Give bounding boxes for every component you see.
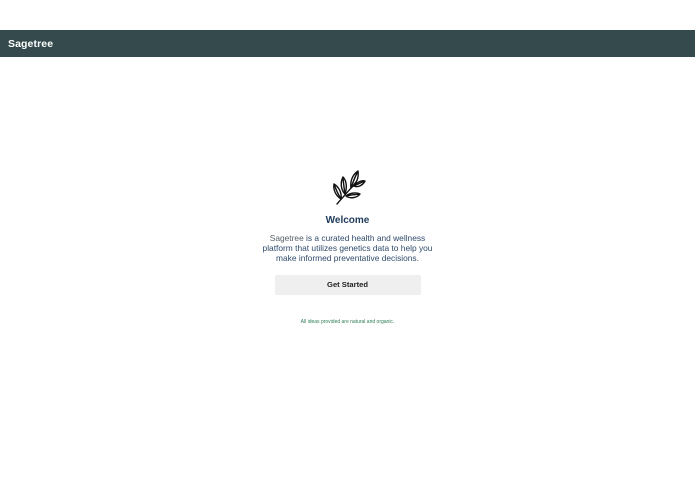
organic-footnote: All ideas provided are natural and organ… xyxy=(300,318,395,325)
welcome-description: Sagetree is a curated health and wellnes… xyxy=(263,233,433,264)
app-title: Sagetree xyxy=(8,37,54,50)
welcome-screen: Sagetree Welcome Sagetree is a curated h… xyxy=(0,0,695,494)
welcome-panel: Welcome Sagetree is a curated health and… xyxy=(0,168,695,325)
welcome-heading: Welcome xyxy=(325,215,370,226)
sage-leaf-icon xyxy=(332,170,366,205)
app-header: Sagetree xyxy=(0,30,695,57)
get-started-button[interactable]: Get Started xyxy=(274,274,421,295)
description-brand: Sagetree xyxy=(269,233,304,243)
